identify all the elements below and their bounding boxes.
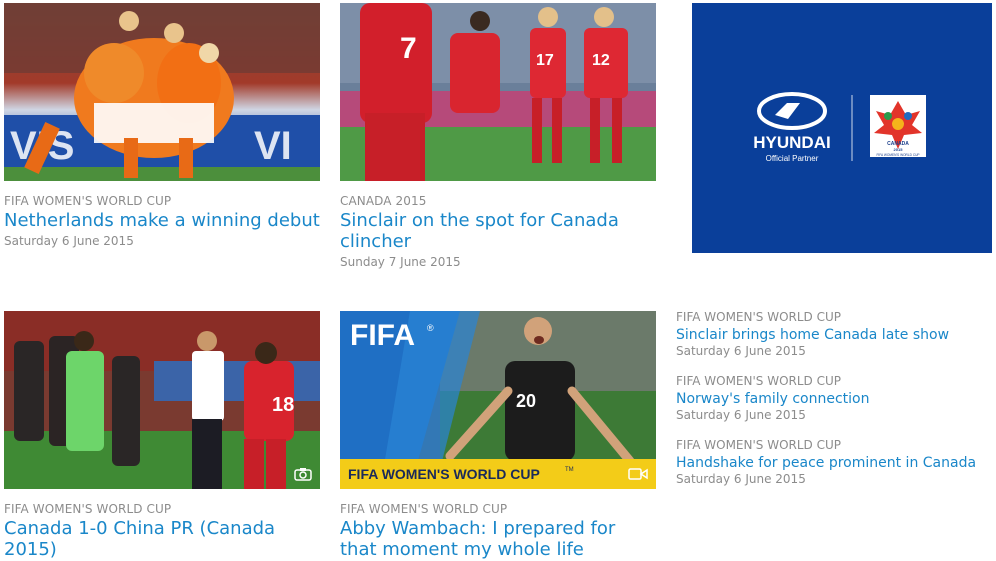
news-card[interactable]: 18 FIFA WOMEN'S WORLD CUP Canada 1-0 Chi…	[4, 311, 320, 560]
jersey-number: 20	[516, 391, 536, 411]
camera-icon	[294, 467, 312, 481]
article-category: FIFA WOMEN'S WORLD CUP	[340, 502, 508, 516]
article-category: CANADA 2015	[340, 194, 427, 208]
article-date: Saturday 6 June 2015	[676, 344, 806, 358]
jersey-number: 17	[536, 52, 554, 69]
article-title-link[interactable]: Canada 1-0 China PR (Canada 2015)	[4, 518, 320, 560]
article-date: Saturday 6 June 2015	[676, 472, 806, 486]
article-title-link[interactable]: Handshake for peace prominent in Canada	[676, 454, 986, 472]
jersey-number: 7	[400, 32, 417, 65]
news-card[interactable]: FIFA ® 20 FIFA WOMEN'S WORLD CUP TM FIFA…	[340, 311, 656, 560]
fifa-logo-text: FIFA	[350, 319, 415, 352]
registered-mark: ®	[427, 323, 434, 333]
article-category: FIFA WOMEN'S WORLD CUP	[676, 438, 842, 452]
article-category: FIFA WOMEN'S WORLD CUP	[4, 194, 172, 208]
hyundai-sponsor-ad[interactable]: HYUNDAI Official Partner CANADA 2015 FIF…	[692, 3, 992, 253]
article-category: FIFA WOMEN'S WORLD CUP	[676, 310, 842, 324]
list-item[interactable]: FIFA WOMEN'S WORLD CUP Norway's family c…	[676, 374, 986, 422]
ad-event-name: FIFA WOMEN'S WORLD CUP	[876, 153, 919, 157]
jersey-number: 12	[592, 52, 610, 69]
article-date: Sunday 7 June 2015	[340, 255, 461, 269]
ad-event-year: 2015	[894, 147, 904, 152]
news-card[interactable]: 7 17 12 CANADA 2015 Sinclair on the spot…	[340, 3, 656, 269]
article-title-link[interactable]: Netherlands make a winning debut	[4, 210, 320, 231]
article-category: FIFA WOMEN'S WORLD CUP	[676, 374, 842, 388]
list-item[interactable]: FIFA WOMEN'S WORLD CUP Sinclair brings h…	[676, 310, 986, 358]
abby-wambach-video-thumbnail[interactable]: FIFA ® 20 FIFA WOMEN'S WORLD CUP TM	[340, 311, 656, 489]
netherlands-team-celebration-photo[interactable]: VIS VI	[4, 3, 320, 181]
news-card[interactable]: VIS VI FIFA WOMEN'S WORLD CUP Netherland…	[4, 3, 320, 248]
list-item[interactable]: FIFA WOMEN'S WORLD CUP Handshake for pea…	[676, 438, 986, 486]
board-text-right: VI	[254, 124, 292, 168]
canada-players-celebration-photo[interactable]: 7 17 12	[340, 3, 656, 181]
related-articles-list: FIFA WOMEN'S WORLD CUP Sinclair brings h…	[676, 310, 986, 502]
article-category: FIFA WOMEN'S WORLD CUP	[4, 502, 172, 516]
banner-text: FIFA WOMEN'S WORLD CUP	[348, 466, 540, 482]
ad-brand: HYUNDAI	[753, 133, 830, 152]
article-title-link[interactable]: Sinclair brings home Canada late show	[676, 326, 986, 344]
trademark-mark: TM	[565, 467, 574, 473]
ad-tagline: Official Partner	[766, 154, 819, 163]
article-title-link[interactable]: Norway's family connection	[676, 390, 986, 408]
article-date: Saturday 6 June 2015	[676, 408, 806, 422]
jersey-number: 18	[272, 394, 294, 416]
canada-china-gallery-photo[interactable]: 18	[4, 311, 320, 489]
article-date: Saturday 6 June 2015	[4, 234, 134, 248]
video-icon	[628, 467, 648, 481]
article-title-link[interactable]: Abby Wambach: I prepared for that moment…	[340, 518, 656, 560]
article-title-link[interactable]: Sinclair on the spot for Canada clincher	[340, 210, 656, 252]
